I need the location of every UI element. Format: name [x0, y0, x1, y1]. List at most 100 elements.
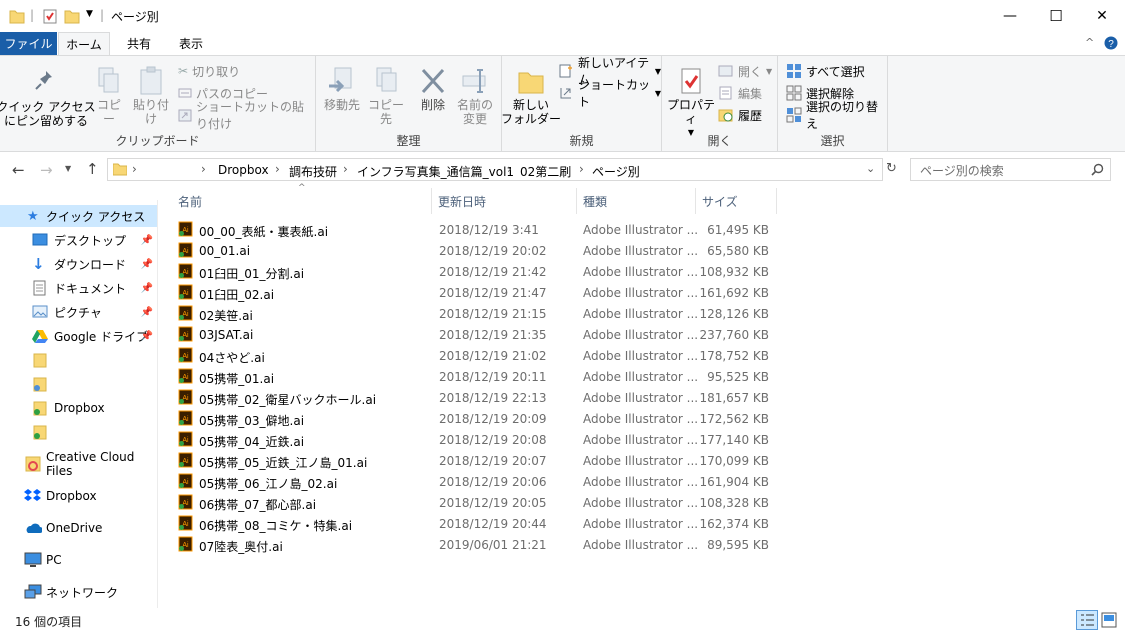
address-bar[interactable]: › › Dropbox › 調布技研 › インフラ写真集_通信篇_vol1 › … [107, 158, 883, 181]
open-button[interactable]: 開く ▼ [718, 61, 772, 81]
maximize-button[interactable]: ☐ [1033, 0, 1079, 31]
table-row[interactable]: Ai 06携帯_08_コミケ・特集.ai 2018/12/19 20:44 Adobe… [176, 513, 776, 534]
minimize-button[interactable]: — [987, 0, 1033, 31]
nav-item-folder[interactable] [0, 349, 157, 371]
breadcrumb-chevron-icon[interactable]: › [343, 162, 348, 176]
up-arrow-icon[interactable]: ↑ [86, 160, 99, 178]
large-icons-view-icon[interactable] [1101, 612, 1117, 628]
history-button[interactable]: 履歴 [718, 105, 762, 125]
table-row[interactable]: Ai 07陸表_奥付.ai 2019/06/01 21:21 Adobe Illust… [176, 534, 776, 555]
pin-icon: 📌 [140, 258, 153, 270]
paste-button[interactable]: 貼り付け [130, 66, 172, 126]
breadcrumb-chevron-icon[interactable]: › [132, 162, 137, 176]
nav-item-pictures[interactable]: ピクチャ 📌 [0, 301, 157, 323]
illustrator-file-icon: Ai [178, 515, 193, 531]
nav-item-pc[interactable]: PC [0, 549, 157, 571]
cut-button[interactable]: ✂ 切り取り [178, 61, 240, 81]
tab-view[interactable]: 表示 [169, 32, 213, 55]
edit-button[interactable]: 編集 [718, 83, 762, 103]
nav-item-documents[interactable]: ドキュメント 📌 [0, 277, 157, 299]
illustrator-file-icon: Ai [178, 431, 193, 447]
easy-access-button[interactable]: ショートカット ▼ [558, 78, 661, 109]
table-row[interactable]: Ai 05携帯_03_僻地.ai 2018/12/19 20:09 Adobe Ill… [176, 408, 776, 429]
breadcrumb-item[interactable]: ページ別 [592, 163, 640, 180]
illustrator-file-icon: Ai [178, 368, 193, 384]
chevron-down-icon[interactable]: ▼ [86, 9, 93, 27]
copy-to-button[interactable]: コピー先 [364, 66, 408, 126]
breadcrumb-chevron-icon[interactable]: › [507, 162, 512, 176]
copy-to-icon [376, 67, 397, 92]
properties-button[interactable]: プロパティ ▼ [666, 66, 716, 140]
table-row[interactable]: Ai 03JSAT.ai 2018/12/19 21:35 Adobe Illustr… [176, 324, 776, 345]
breadcrumb-item[interactable]: Dropbox [218, 163, 269, 177]
table-row[interactable]: Ai 05携帯_06_江ノ島_02.ai 2018/12/19 20:06 Adobe… [176, 471, 776, 492]
nav-item-network[interactable]: ネットワーク [0, 581, 157, 603]
table-row[interactable]: Ai 00_00_表紙・裏表紙.ai 2018/12/19 3:41 Adobe Il… [176, 219, 776, 240]
breadcrumb-chevron-icon[interactable]: › [201, 162, 206, 176]
paste-shortcut-button[interactable]: ショートカットの貼り付け [178, 100, 315, 131]
new-folder-icon[interactable] [64, 7, 80, 25]
table-row[interactable]: Ai 00_01.ai 2018/12/19 20:02 Adobe Illustra… [176, 240, 776, 261]
help-icon[interactable]: ? [1104, 36, 1118, 50]
move-to-button[interactable]: 移動先 [320, 66, 364, 112]
breadcrumb-item[interactable]: 調布技研 [289, 163, 337, 180]
file-name: 05携帯_02_衛星バックホール.ai [199, 393, 377, 407]
nav-item-folder[interactable] [0, 373, 157, 395]
tab-share[interactable]: 共有 [117, 32, 161, 55]
nav-item-desktop[interactable]: デスクトップ 📌 [0, 229, 157, 251]
recent-locations-icon[interactable]: ▼ [65, 164, 71, 173]
tab-home[interactable]: ホーム [58, 32, 110, 55]
separator: | [100, 8, 105, 22]
table-row[interactable]: Ai 04さやど.ai 2018/12/19 21:02 Adobe Illustra… [176, 345, 776, 366]
breadcrumb-chevron-icon[interactable]: › [579, 162, 584, 176]
breadcrumb-item[interactable]: インフラ写真集_通信篇_vol1 [357, 163, 514, 180]
rename-button[interactable]: 名前の 変更 [454, 66, 496, 126]
details-view-icon[interactable] [1076, 610, 1098, 630]
back-arrow-icon[interactable]: ← [12, 161, 25, 179]
delete-button[interactable]: 削除 [416, 66, 450, 112]
file-size: 178,752 KB [699, 349, 769, 363]
column-header-name[interactable]: 名前 [172, 188, 432, 214]
table-row[interactable]: Ai 05携帯_04_近鉄.ai 2018/12/19 20:08 Adobe Ill… [176, 429, 776, 450]
invert-selection-button[interactable]: 選択の切り替え [786, 100, 887, 131]
properties-icon[interactable] [42, 7, 58, 25]
file-date: 2018/12/19 21:42 [439, 265, 547, 279]
breadcrumb-chevron-icon[interactable]: › [275, 162, 280, 176]
column-header-type[interactable]: 種類 [577, 188, 696, 214]
column-header-size[interactable]: サイズ [696, 188, 777, 214]
illustrator-file-icon: Ai [178, 242, 193, 258]
table-row[interactable]: Ai 05携帯_05_近鉄_江ノ島_01.ai 2018/12/19 20:07 Ad… [176, 450, 776, 471]
breadcrumb-item[interactable]: 02第二刷 [520, 163, 571, 180]
table-row[interactable]: Ai 01臼田_02.ai 2018/12/19 21:47 Adobe Illust… [176, 282, 776, 303]
chevron-down-icon[interactable]: ⌄ [866, 162, 875, 175]
nav-item-creative-cloud[interactable]: Creative Cloud Files [0, 450, 157, 478]
tab-file[interactable]: ファイル [0, 32, 57, 55]
rename-icon [462, 69, 486, 93]
table-row[interactable]: Ai 01臼田_01_分割.ai 2018/12/19 21:42 Adobe Ill… [176, 261, 776, 282]
nav-item-quick-access[interactable]: ★ クイック アクセス [0, 205, 157, 227]
table-row[interactable]: Ai 05携帯_01.ai 2018/12/19 20:11 Adobe Illust… [176, 366, 776, 387]
close-button[interactable]: ✕ [1079, 0, 1125, 31]
nav-item-onedrive[interactable]: OneDrive [0, 517, 157, 539]
select-all-button[interactable]: すべて選択 [786, 61, 865, 81]
file-type: Adobe Illustrator ... [583, 349, 699, 363]
nav-item-dropbox[interactable]: Dropbox [0, 485, 157, 507]
new-group: 新しい フォルダー 新しいアイテム ▼ ショートカット ▼ 新規 [501, 56, 662, 152]
refresh-icon[interactable]: ↻ [886, 161, 897, 176]
new-folder-button[interactable]: 新しい フォルダー [501, 66, 561, 126]
table-row[interactable]: Ai 02美笹.ai 2018/12/19 21:15 Adobe Illustrat… [176, 303, 776, 324]
table-row[interactable]: Ai 05携帯_02_衛星バックホール.ai 2018/12/19 22:13 Ado… [176, 387, 776, 408]
nav-item-folder[interactable] [0, 421, 157, 443]
pin-quick-access-button[interactable]: クイック アクセス にピン留めする [0, 68, 96, 128]
search-input[interactable]: ページ別の検索 [910, 158, 1111, 181]
file-name: 05携帯_04_近鉄.ai [199, 435, 305, 449]
column-header-date[interactable]: 更新日時 [432, 188, 577, 214]
copy-button[interactable]: コピー [92, 66, 126, 126]
collapse-ribbon-icon[interactable]: ^ [1085, 36, 1094, 49]
nav-item-downloads[interactable]: ↓ ダウンロード 📌 [0, 253, 157, 275]
forward-arrow-icon[interactable]: → [40, 161, 53, 179]
nav-item-google-drive[interactable]: Google ドライブ 📌 [0, 325, 157, 347]
table-row[interactable]: Ai 06携帯_07_都心部.ai 2018/12/19 20:05 Adobe Il… [176, 492, 776, 513]
nav-item-dropbox-folder[interactable]: Dropbox [0, 397, 157, 419]
chevron-down-icon: ▼ [654, 88, 661, 98]
